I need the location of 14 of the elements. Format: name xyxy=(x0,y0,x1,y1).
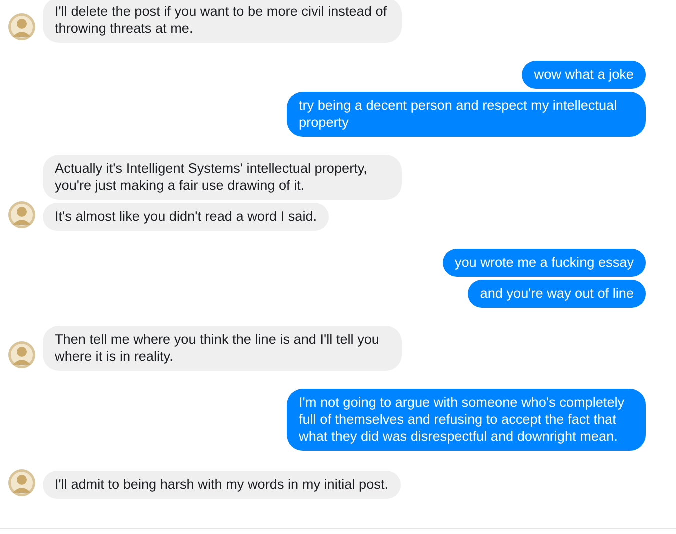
sent-message-bubble: try being a decent person and respect my intellectual property xyxy=(287,92,646,137)
sent-message-bubble: wow what a joke xyxy=(522,61,646,89)
avatar-icon xyxy=(8,13,36,41)
avatar-icon xyxy=(8,341,36,369)
sent-message-bubble: I'm not going to argue with someone who's completely full of themselves and refusing to accept the fact that what they did was disrespectful and downright mean. xyxy=(287,389,646,451)
avatar-icon xyxy=(8,469,36,497)
received-message-bubble: Then tell me where you think the line is and I'll tell you where it is in reality. xyxy=(43,326,402,371)
sent-message-bubble: you wrote me a fucking essay xyxy=(442,249,646,277)
sent-message-bubble: and you're way out of line xyxy=(468,280,646,308)
avatar-icon xyxy=(8,201,36,229)
received-message-bubble: Actually it's Intelligent Systems' intellectual property, you're just making a fair use drawing of it. xyxy=(43,155,402,200)
received-message-bubble: I'll delete the post if you want to be more civil instead of throwing threats at me. xyxy=(43,0,402,43)
received-message-bubble: It's almost like you didn't read a word I said. xyxy=(43,203,330,231)
received-message-bubble: I'll admit to being harsh with my words in my initial post. xyxy=(43,471,401,499)
